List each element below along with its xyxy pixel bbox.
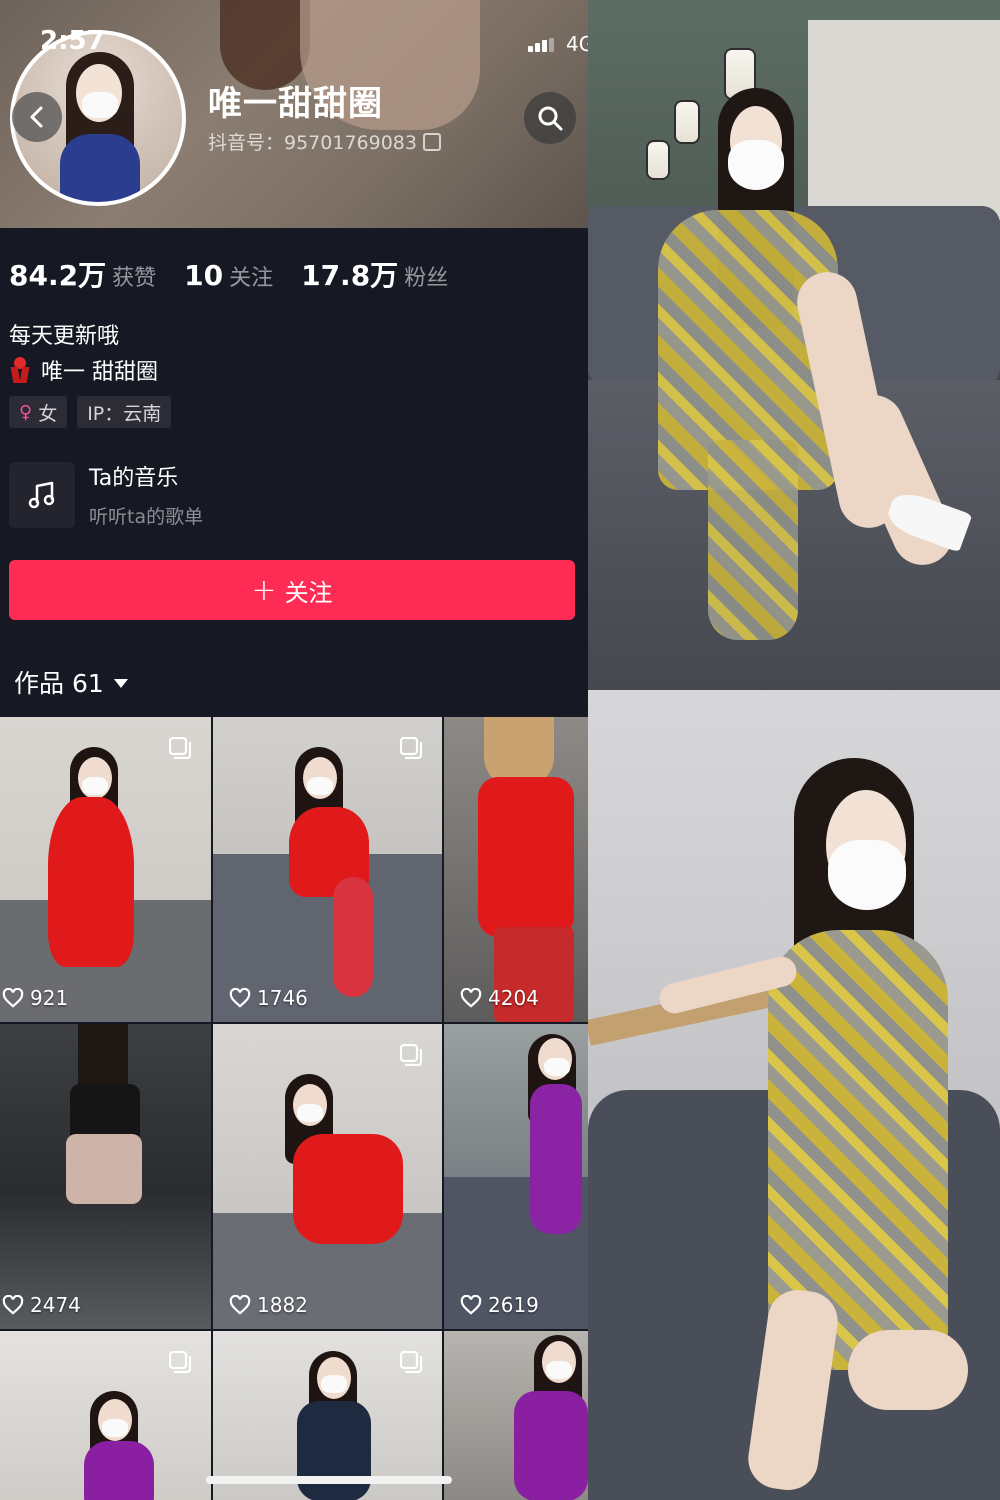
preview-photos (588, 0, 1000, 1500)
video-tile[interactable]: 921 (0, 717, 211, 1022)
heart-icon (229, 1295, 251, 1315)
bio-line-2-text: 唯一 甜甜圈 (41, 360, 158, 385)
profile-tags: ♀ 女 IP：云南 (9, 396, 172, 428)
heart-icon (2, 988, 24, 1008)
search-icon (538, 106, 563, 131)
back-icon (30, 106, 43, 128)
stat-following-num: 10 (184, 259, 224, 292)
heart-icon (460, 988, 482, 1008)
video-likes-count: 921 (30, 986, 69, 1010)
video-likes: 2619 (460, 1293, 539, 1317)
video-tile[interactable]: 2474 (0, 1024, 211, 1329)
stat-following[interactable]: 10 关注 (184, 259, 273, 292)
video-likes-count: 2474 (30, 1293, 81, 1317)
video-likes-count: 4204 (488, 986, 539, 1010)
search-button[interactable] (524, 92, 576, 144)
follow-label: 关注 (284, 578, 333, 607)
works-tab[interactable]: 作品 61 (14, 664, 128, 700)
plus-icon: + (251, 572, 277, 608)
music-note-icon (28, 481, 55, 508)
video-tile[interactable] (444, 1331, 588, 1500)
stat-likes[interactable]: 84.2万 获赞 (9, 254, 156, 294)
stat-followers-label: 粉丝 (404, 266, 449, 291)
username: 唯一甜甜圈 (208, 84, 383, 124)
works-label: 作品 61 (14, 669, 104, 698)
video-likes: 921 (2, 986, 68, 1010)
video-likes-count: 1882 (257, 1293, 308, 1317)
multi-image-icon (168, 736, 192, 760)
network-label: 4G (566, 32, 588, 56)
music-text: Ta的音乐 听听ta的歌单 (89, 460, 203, 529)
bio-line-2: 唯一 甜甜圈 (9, 354, 158, 386)
multi-image-icon (399, 736, 423, 760)
video-tile[interactable] (0, 1331, 211, 1500)
stat-likes-num: 84.2万 (9, 259, 107, 292)
copy-icon[interactable] (422, 132, 441, 151)
video-likes: 1746 (229, 986, 308, 1010)
home-indicator (206, 1476, 452, 1484)
video-tile[interactable]: 2619 (444, 1024, 588, 1329)
ip-tag-text: IP：云南 (87, 402, 162, 425)
gender-tag-text: 女 (38, 402, 58, 425)
video-likes: 4204 (460, 986, 539, 1010)
stat-following-label: 关注 (229, 266, 274, 291)
video-likes: 1882 (229, 1293, 308, 1317)
music-icon-box (9, 461, 75, 528)
follow-button[interactable]: + 关注 (9, 560, 575, 620)
multi-image-icon (399, 1043, 423, 1067)
photo-bottom (588, 690, 1000, 1500)
video-tile[interactable]: 1746 (213, 717, 442, 1022)
heart-icon (2, 1295, 24, 1315)
back-button[interactable] (12, 92, 62, 142)
stat-followers-num: 17.8万 (301, 259, 399, 292)
music-entry[interactable]: Ta的音乐 听听ta的歌单 (9, 460, 203, 529)
signal-icon (528, 38, 554, 52)
dropdown-icon (113, 678, 128, 688)
music-subtitle: 听听ta的歌单 (89, 506, 204, 528)
stat-followers[interactable]: 17.8万 粉丝 (301, 254, 448, 294)
ip-tag: IP：云南 (77, 396, 172, 428)
douyin-id[interactable]: 抖音号：95701769083 (208, 128, 441, 155)
gender-tag: ♀ 女 (9, 396, 68, 428)
douyin-id-text: 抖音号：95701769083 (208, 132, 417, 154)
bio-line-1: 每天更新哦 (9, 324, 120, 349)
video-tile[interactable]: 1882 (213, 1024, 442, 1329)
avatar-dress (60, 134, 140, 202)
video-tile[interactable]: 4204 (444, 717, 588, 1022)
profile-screen: 2:57 4G 唯一甜甜圈 抖音号：95701769083 84.2万 获赞 10… (0, 0, 588, 1500)
female-icon: ♀ (19, 401, 33, 423)
heart-icon (229, 988, 251, 1008)
video-likes-count: 1746 (257, 986, 308, 1010)
video-tile[interactable] (213, 1331, 442, 1500)
music-title: Ta的音乐 (89, 466, 179, 491)
photo-top (588, 0, 1000, 690)
heart-icon (460, 1295, 482, 1315)
multi-image-icon (399, 1350, 423, 1374)
status-time: 2:57 (40, 26, 105, 56)
ribbon-icon (9, 357, 31, 383)
multi-image-icon (168, 1350, 192, 1374)
stat-likes-label: 获赞 (112, 266, 157, 291)
avatar-mask (82, 92, 118, 118)
video-likes-count: 2619 (488, 1293, 539, 1317)
stats-row: 84.2万 获赞 10 关注 17.8万 粉丝 (9, 254, 448, 294)
video-likes: 2474 (2, 1293, 81, 1317)
